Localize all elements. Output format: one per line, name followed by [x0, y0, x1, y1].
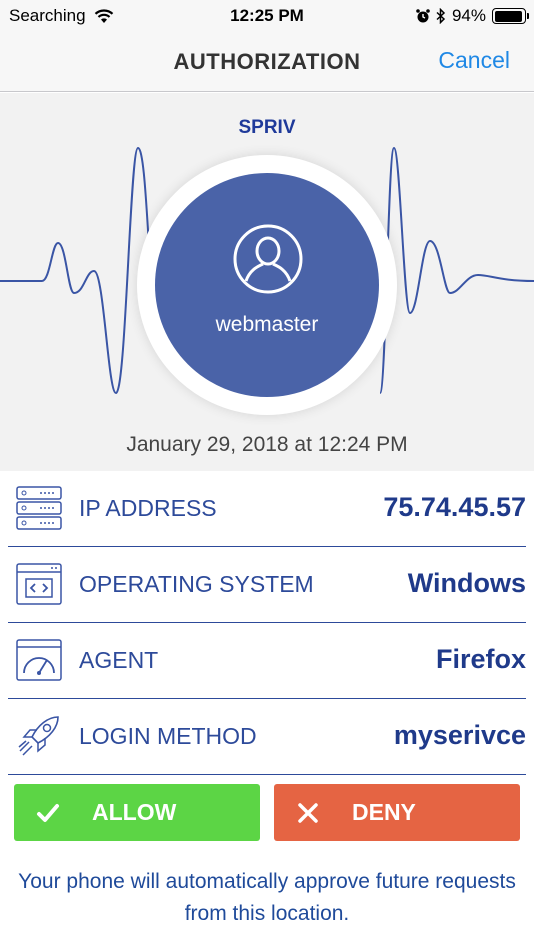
request-timestamp: January 29, 2018 at 12:24 PM	[126, 433, 408, 456]
close-icon	[298, 803, 318, 823]
user-icon	[233, 224, 303, 294]
detail-row-operating-system: OPERATING SYSTEM Windows	[8, 547, 526, 623]
status-right: 94%	[416, 6, 529, 26]
detail-value: 75.74.45.57	[383, 492, 526, 522]
speedometer-icon	[16, 639, 62, 681]
avatar-ring: webmaster	[137, 155, 397, 415]
details-list: IP ADDRESS 75.74.45.57 OPERATING SYSTEM …	[0, 471, 534, 775]
auto-approve-note: Your phone will automatically approve fu…	[18, 870, 516, 925]
detail-label: LOGIN METHOD	[79, 723, 257, 749]
status-bar: Searching 12:25 PM 94%	[0, 0, 534, 32]
detail-row-login-method: LOGIN METHOD myserivce	[8, 699, 526, 775]
brand-name: SPRIV	[238, 117, 296, 138]
avatar: webmaster	[155, 173, 379, 397]
action-buttons: ALLOW DENY	[0, 784, 534, 842]
deny-button[interactable]: DENY	[274, 784, 520, 841]
rocket-icon	[18, 716, 59, 756]
checkmark-icon	[37, 804, 59, 822]
allow-button[interactable]: ALLOW	[14, 784, 260, 841]
battery-fill	[494, 10, 522, 22]
detail-label: IP ADDRESS	[79, 495, 217, 521]
detail-row-agent: AGENT Firefox	[8, 623, 526, 699]
bluetooth-icon	[436, 8, 446, 24]
battery-percent: 94%	[451, 6, 486, 25]
detail-label: OPERATING SYSTEM	[79, 571, 314, 597]
username: webmaster	[215, 313, 319, 336]
hero-section: SPRIV webmaster January 29, 2018 at 12:2…	[0, 93, 534, 471]
deny-label: DENY	[352, 799, 416, 825]
cancel-button[interactable]: Cancel	[438, 47, 510, 74]
battery-icon	[492, 8, 529, 24]
detail-value: myserivce	[393, 720, 526, 750]
code-window-icon	[16, 563, 62, 605]
detail-label: AGENT	[79, 647, 159, 673]
allow-label: ALLOW	[92, 799, 177, 825]
detail-value: Firefox	[435, 644, 526, 674]
detail-row-ip-address: IP ADDRESS 75.74.45.57	[8, 471, 526, 547]
alarm-icon	[416, 9, 430, 23]
server-icon	[16, 486, 62, 530]
nav-bar: AUTHORIZATION Cancel	[0, 32, 534, 92]
detail-value: Windows	[407, 568, 526, 598]
